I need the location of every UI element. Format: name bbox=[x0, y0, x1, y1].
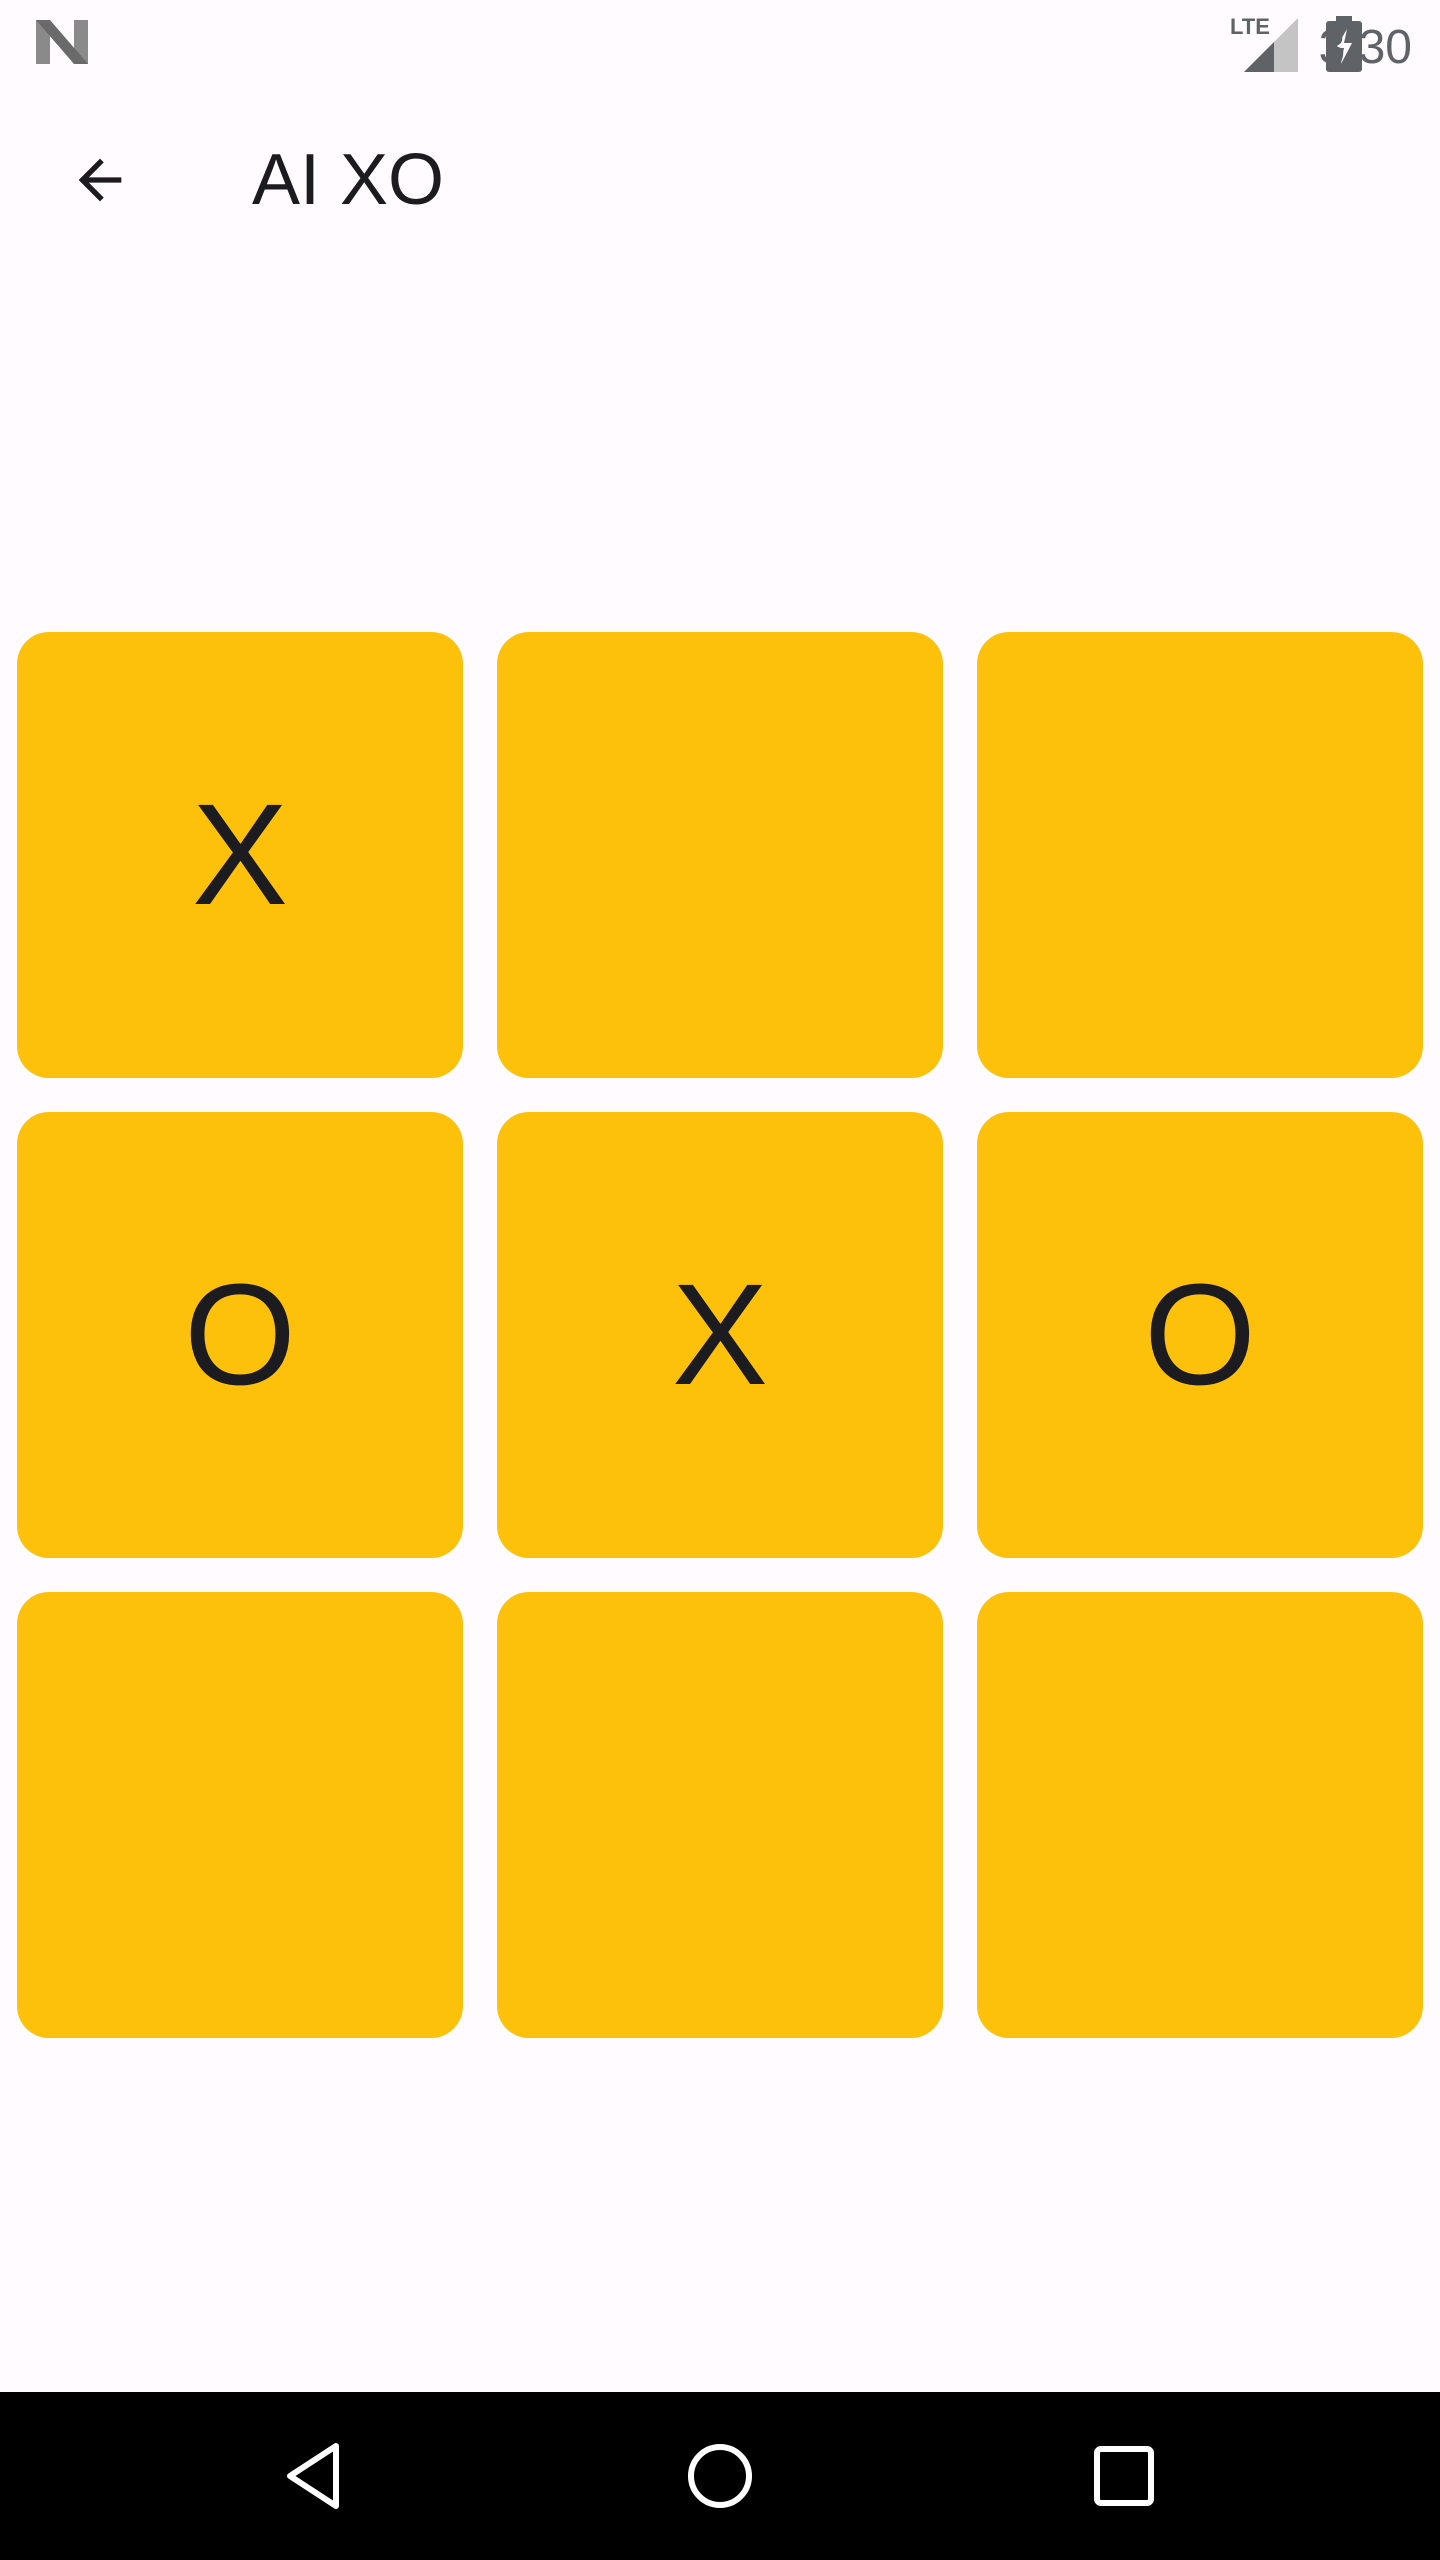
home-circle-icon bbox=[688, 2444, 752, 2508]
clock: 3:30 bbox=[1318, 21, 1412, 74]
svg-text:LTE: LTE bbox=[1230, 14, 1270, 39]
board-cell-8[interactable] bbox=[497, 1592, 943, 2038]
board-cell-4[interactable]: O bbox=[17, 1112, 463, 1558]
board-cell-7[interactable] bbox=[17, 1592, 463, 2038]
cell-mark: X bbox=[191, 774, 289, 935]
navigation-bar bbox=[0, 2392, 1440, 2560]
android-n-icon bbox=[36, 20, 88, 64]
board-cell-6[interactable]: O bbox=[977, 1112, 1423, 1558]
board-cell-9[interactable] bbox=[977, 1592, 1423, 2038]
back-triangle-icon bbox=[287, 2443, 339, 2509]
game-board: X O X O bbox=[17, 632, 1423, 2038]
nav-recents-button[interactable] bbox=[1064, 2416, 1184, 2536]
cell-mark: O bbox=[1143, 1254, 1256, 1415]
nav-back-button[interactable] bbox=[256, 2416, 376, 2536]
recents-square-icon bbox=[1094, 2446, 1154, 2506]
board-cell-3[interactable] bbox=[977, 632, 1423, 1078]
arrow-back-icon bbox=[78, 158, 122, 202]
cell-mark: O bbox=[183, 1254, 296, 1415]
status-bar: LTE 3:30 bbox=[0, 0, 1440, 84]
cell-mark: X bbox=[671, 1254, 769, 1415]
app-bar: AI XO bbox=[0, 84, 1440, 276]
board-cell-5[interactable]: X bbox=[497, 1112, 943, 1558]
page-title: AI XO bbox=[252, 140, 445, 220]
back-button[interactable] bbox=[48, 128, 152, 232]
nav-home-button[interactable] bbox=[660, 2416, 780, 2536]
board-cell-2[interactable] bbox=[497, 632, 943, 1078]
lte-signal-icon: LTE bbox=[1230, 14, 1298, 72]
board-cell-1[interactable]: X bbox=[17, 632, 463, 1078]
